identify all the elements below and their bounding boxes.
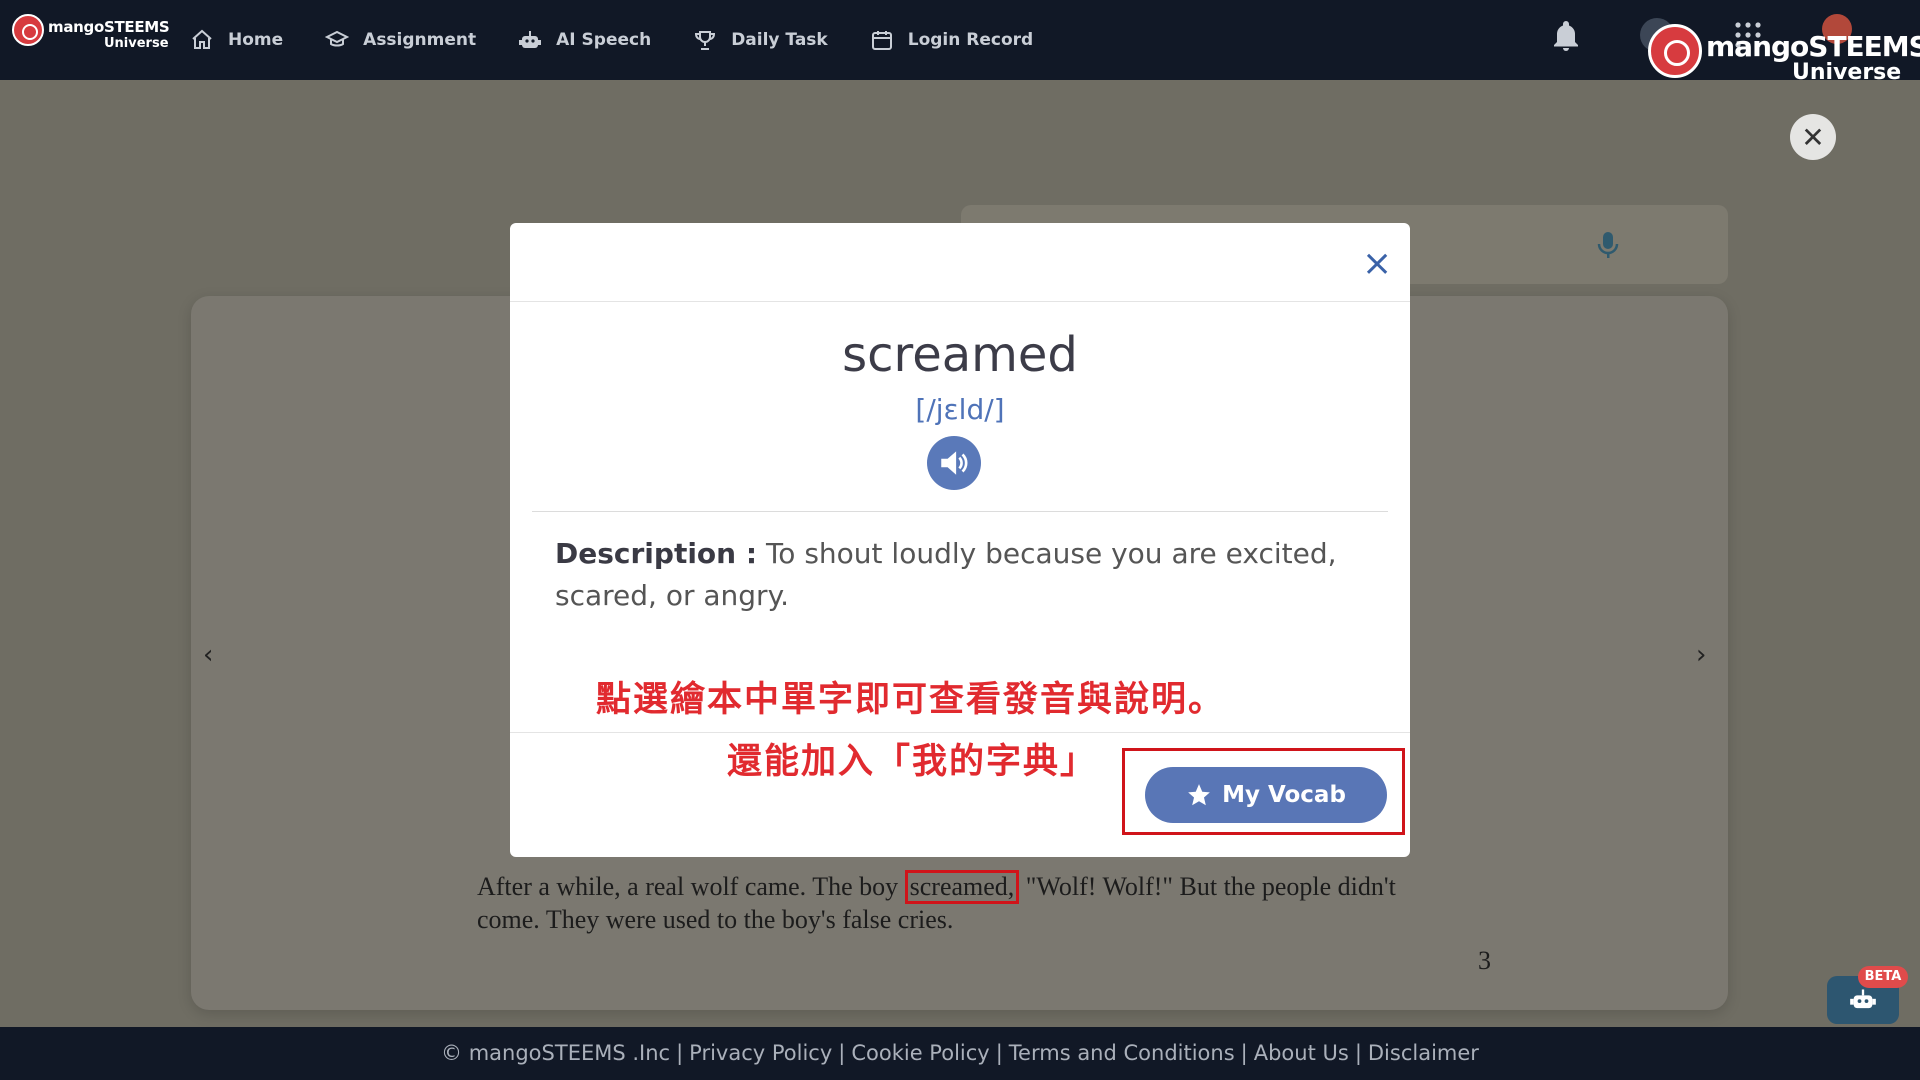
footer-terms-link[interactable]: Terms and Conditions	[1009, 1041, 1235, 1065]
home-icon	[190, 28, 214, 52]
my-vocab-button[interactable]: My Vocab	[1145, 767, 1387, 823]
close-reader-button[interactable]: ✕	[1790, 114, 1836, 160]
brand-logo-large[interactable]: mangoSTEEMS Universe	[1640, 20, 1920, 85]
divider	[510, 301, 1410, 302]
prev-page-arrow-icon[interactable]: ‹	[203, 640, 227, 670]
description: Description : To shout loudly because yo…	[555, 533, 1375, 617]
footer: © mangoSTEEMS .Inc | Privacy Policy | Cookie…	[0, 1027, 1920, 1080]
logo-large-mark-icon	[1648, 24, 1702, 78]
logo-sub-text: Universe	[104, 36, 169, 51]
nav-daily-task-label: Daily Task	[731, 30, 828, 50]
vocab-word: screamed	[842, 327, 1078, 383]
story-text: After a while, a real wolf came. The boy…	[477, 870, 1417, 936]
highlighted-word[interactable]: screamed,	[904, 870, 1020, 904]
footer-copyright: © mangoSTEEMS .Inc	[441, 1041, 671, 1065]
footer-privacy-link[interactable]: Privacy Policy	[689, 1041, 832, 1065]
calendar-icon	[870, 28, 894, 52]
close-icon: ×	[1362, 243, 1393, 284]
bell-icon[interactable]	[1548, 18, 1584, 54]
logo-brand-text: mangoSTEEMS	[48, 18, 170, 36]
my-vocab-label: My Vocab	[1222, 782, 1346, 808]
trophy-icon	[693, 28, 717, 52]
logo-large-sub-text: Universe	[1792, 60, 1902, 85]
nav-login-record[interactable]: Login Record	[870, 28, 1033, 52]
word-detail-modal: × screamed [/jɛld/] Description : To sho…	[510, 223, 1410, 857]
robot-icon	[1850, 989, 1876, 1009]
microphone-icon[interactable]	[1596, 230, 1620, 260]
nav-home-label: Home	[228, 30, 284, 50]
star-icon	[1188, 784, 1210, 806]
play-pronunciation-button[interactable]	[927, 436, 981, 490]
main-nav: Home Assignment AI Speech Daily Task Log…	[190, 0, 1075, 80]
speaker-icon	[941, 451, 968, 475]
annotation-line-2: 還能加入「我的字典」	[727, 742, 1098, 782]
nav-ai-speech[interactable]: AI Speech	[518, 28, 651, 52]
page-number: 3	[1478, 946, 1491, 975]
nav-assignment[interactable]: Assignment	[325, 28, 476, 52]
footer-disclaimer-link[interactable]: Disclaimer	[1368, 1041, 1479, 1065]
top-navbar: mangoSTEEMS Universe Home Assignment AI …	[0, 0, 1920, 85]
nav-ai-speech-label: AI Speech	[556, 30, 652, 50]
logo-large-brand-text: mangoSTEEMS	[1706, 30, 1920, 63]
modal-close-button[interactable]: ×	[1362, 246, 1392, 282]
robot-icon	[518, 28, 542, 52]
footer-about-link[interactable]: About Us	[1254, 1041, 1349, 1065]
annotation-line-1: 點選繪本中單字即可查看發音與說明。	[596, 680, 1226, 720]
graduation-cap-icon	[325, 28, 350, 52]
beta-badge: BETA	[1858, 966, 1908, 988]
divider	[532, 511, 1388, 512]
close-icon: ✕	[1801, 120, 1825, 154]
next-page-arrow-icon[interactable]: ›	[1696, 640, 1720, 670]
brand-logo-small[interactable]: mangoSTEEMS Universe	[12, 14, 172, 54]
footer-cookie-link[interactable]: Cookie Policy	[851, 1041, 989, 1065]
nav-daily-task[interactable]: Daily Task	[693, 28, 828, 52]
nav-home[interactable]: Home	[190, 28, 283, 52]
nav-assignment-label: Assignment	[363, 30, 477, 50]
logo-mark-icon	[12, 14, 44, 46]
description-label: Description :	[555, 537, 758, 570]
story-text-before[interactable]: After a while, a real wolf came. The boy	[477, 872, 905, 901]
nav-login-record-label: Login Record	[907, 30, 1034, 50]
phonetic-text: [/jɛld/]	[915, 393, 1005, 426]
